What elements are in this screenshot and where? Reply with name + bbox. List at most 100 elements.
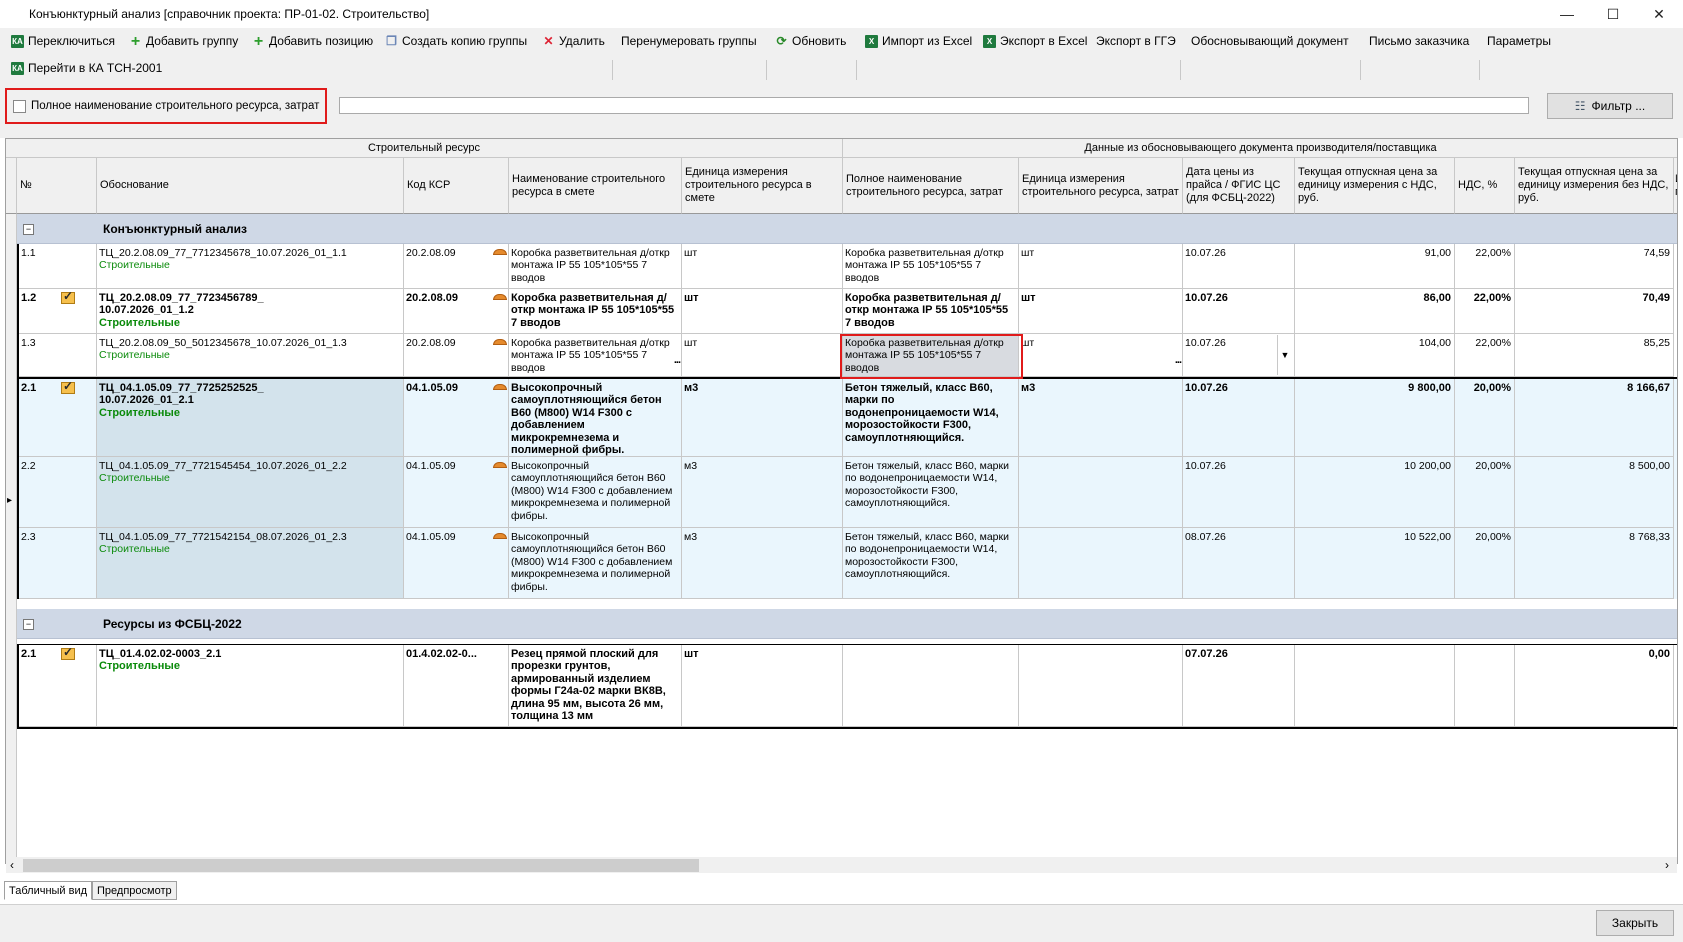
cell-num[interactable]: 1.2 <box>19 289 97 334</box>
cell-basis[interactable]: ТЦ_04.1.05.09_77_7721542154_08.07.2026_0… <box>97 528 404 599</box>
cell-name[interactable]: Высокопрочный самоуплотняющийся бетон В6… <box>509 379 682 457</box>
column-header-extra[interactable]: И п <box>1674 158 1677 214</box>
cell-vat[interactable]: 22,00% <box>1455 244 1515 289</box>
cell-unit[interactable]: шт <box>682 334 843 377</box>
cell-date[interactable]: 10.07.26 <box>1183 244 1295 289</box>
scrollbar-thumb[interactable] <box>23 859 699 872</box>
cell-name[interactable]: Коробка разветвительная д/откр монтажа I… <box>509 244 682 289</box>
helmet-icon[interactable] <box>492 531 508 542</box>
cell-unit[interactable]: шт <box>682 244 843 289</box>
add-group-button[interactable]: + Добавить группу <box>129 30 238 52</box>
parameters-button[interactable]: Параметры <box>1487 30 1551 52</box>
cell-date[interactable]: 10.07.26 <box>1183 379 1295 457</box>
import-excel-button[interactable]: X Импорт из Excel <box>865 30 972 52</box>
ellipsis-button[interactable]: ... <box>1175 354 1182 366</box>
table-row[interactable]: 2.1 ТЦ_04.1.05.09_77_7725252525_10.07.20… <box>17 379 1677 457</box>
column-header-unit[interactable]: Единица измерения строительного ресурса … <box>682 158 843 214</box>
goto-ka-tsn-button[interactable]: КА Перейти в КА ТСН-2001 <box>11 57 162 79</box>
cell-num[interactable]: 2.2 <box>19 457 97 528</box>
column-header-full-name[interactable]: Полное наименование строительного ресурс… <box>843 158 1019 214</box>
cell-ksr[interactable]: 20.2.08.09 <box>404 289 509 334</box>
column-header-price-novat[interactable]: Текущая отпускная цена за единицу измере… <box>1515 158 1674 214</box>
cell-price-vat[interactable]: 91,00 <box>1295 244 1455 289</box>
export-excel-button[interactable]: X Экспорт в Excel <box>983 30 1087 52</box>
cell-date[interactable]: 10.07.26 <box>1183 457 1295 528</box>
cell-ksr[interactable]: 20.2.08.09 <box>404 244 509 289</box>
maximize-button[interactable]: ☐ <box>1590 0 1636 28</box>
column-header-unit-doc[interactable]: Единица измерения строительного ресурса,… <box>1019 158 1183 214</box>
cell-ksr[interactable]: 20.2.08.09 <box>404 334 509 377</box>
cell-price-novat[interactable]: 70,49 <box>1515 289 1674 334</box>
ellipsis-button[interactable]: ... <box>674 354 681 366</box>
group-header[interactable]: − Конъюнктурный анализ <box>17 214 1677 244</box>
cell-full-name[interactable]: Коробка разветвительная д/откр монтажа I… <box>843 244 1019 289</box>
cell-price-vat[interactable]: 9 800,00 <box>1295 379 1455 457</box>
cell-price-novat[interactable]: 74,59 <box>1515 244 1674 289</box>
cell-price-novat[interactable]: 8 166,67 <box>1515 379 1674 457</box>
cell-ksr[interactable]: 04.1.05.09 <box>404 379 509 457</box>
helmet-icon[interactable] <box>492 382 508 393</box>
cell-unit[interactable]: м3 <box>682 528 843 599</box>
cell-unit-doc[interactable]: шт <box>1019 244 1183 289</box>
cell-vat[interactable]: 20,00% <box>1455 457 1515 528</box>
minimize-button[interactable]: — <box>1544 0 1590 28</box>
cell-date[interactable]: 10.07.26 <box>1183 289 1295 334</box>
column-header-num[interactable]: № <box>17 158 97 214</box>
export-gge-button[interactable]: Экспорт в ГГЭ <box>1096 30 1176 52</box>
cell-ksr[interactable]: 04.1.05.09 <box>404 528 509 599</box>
copy-group-button[interactable]: ❐ Создать копию группы <box>385 30 527 52</box>
scroll-left-icon[interactable]: ‹ <box>10 858 14 872</box>
cell-unit-doc[interactable]: шт... <box>1019 334 1183 377</box>
refresh-button[interactable]: ⟳ Обновить <box>775 30 846 52</box>
cell-vat[interactable]: 22,00% <box>1455 334 1515 377</box>
cell-vat[interactable] <box>1455 645 1515 727</box>
cell-unit[interactable]: м3 <box>682 457 843 528</box>
cell-num[interactable]: 2.1 <box>19 379 97 457</box>
cell-vat[interactable]: 22,00% <box>1455 289 1515 334</box>
cell-price-vat[interactable] <box>1295 645 1455 727</box>
cell-full-name[interactable]: Бетон тяжелый, класс В60, марки по водон… <box>843 457 1019 528</box>
checked-icon[interactable] <box>61 290 75 304</box>
checked-icon[interactable] <box>61 646 75 660</box>
checked-icon[interactable] <box>61 380 75 394</box>
cell-basis[interactable]: ТЦ_20.2.08.09_50_5012345678_10.07.2026_0… <box>97 334 404 377</box>
cell-name[interactable]: Высокопрочный самоуплотняющийся бетон В6… <box>509 457 682 528</box>
cell-date[interactable]: 07.07.26 <box>1183 645 1295 727</box>
customer-letter-button[interactable]: Письмо заказчика <box>1369 30 1469 52</box>
cell-date[interactable]: 08.07.26 <box>1183 528 1295 599</box>
dropdown-arrow-icon[interactable]: ▼ <box>1277 335 1292 375</box>
cell-price-novat[interactable]: 0,00 <box>1515 645 1674 727</box>
filter-button[interactable]: ☷ Фильтр ... <box>1547 93 1673 119</box>
cell-unit[interactable]: шт <box>682 289 843 334</box>
cell-full-name[interactable]: Коробка разветвительная д/откр монтажа I… <box>843 289 1019 334</box>
cell-basis[interactable]: ТЦ_04.1.05.09_77_7725252525_10.07.2026_0… <box>97 379 404 457</box>
collapse-toggle-icon[interactable]: − <box>23 224 34 235</box>
close-button[interactable]: Закрыть <box>1596 910 1674 936</box>
helmet-icon[interactable] <box>492 337 508 348</box>
column-header-ksr[interactable]: Код КСР <box>404 158 509 214</box>
cell-unit[interactable]: шт <box>682 645 843 727</box>
cell-price-novat[interactable]: 8 500,00 <box>1515 457 1674 528</box>
helmet-icon[interactable] <box>492 292 508 303</box>
scroll-right-icon[interactable]: › <box>1665 858 1669 872</box>
collapse-toggle-icon[interactable]: − <box>23 619 34 630</box>
cell-unit-doc[interactable]: шт <box>1019 289 1183 334</box>
renumber-groups-button[interactable]: Перенумеровать группы <box>621 30 757 52</box>
cell-num[interactable]: 2.1 <box>19 645 97 727</box>
helmet-icon[interactable] <box>492 460 508 471</box>
justifying-document-button[interactable]: Обосновывающий документ <box>1191 30 1349 52</box>
switch-button[interactable]: КА Переключиться <box>11 30 115 52</box>
cell-unit-doc[interactable]: м3 <box>1019 379 1183 457</box>
cell-date[interactable]: 10.07.26 ▼ <box>1183 334 1295 377</box>
cell-basis[interactable]: ТЦ_04.1.05.09_77_7721545454_10.07.2026_0… <box>97 457 404 528</box>
cell-unit-doc[interactable] <box>1019 645 1183 727</box>
cell-vat[interactable]: 20,00% <box>1455 379 1515 457</box>
close-window-button[interactable]: ✕ <box>1636 0 1682 28</box>
cell-num[interactable]: 2.3 <box>19 528 97 599</box>
table-row[interactable]: 2.2 ТЦ_04.1.05.09_77_7721545454_10.07.20… <box>17 457 1677 528</box>
tab-table-view[interactable]: Табличный вид <box>4 881 93 900</box>
tab-preview[interactable]: Предпросмотр <box>92 881 177 900</box>
cell-vat[interactable]: 20,00% <box>1455 528 1515 599</box>
cell-num[interactable]: 1.1 <box>19 244 97 289</box>
cell-price-vat[interactable]: 10 522,00 <box>1295 528 1455 599</box>
